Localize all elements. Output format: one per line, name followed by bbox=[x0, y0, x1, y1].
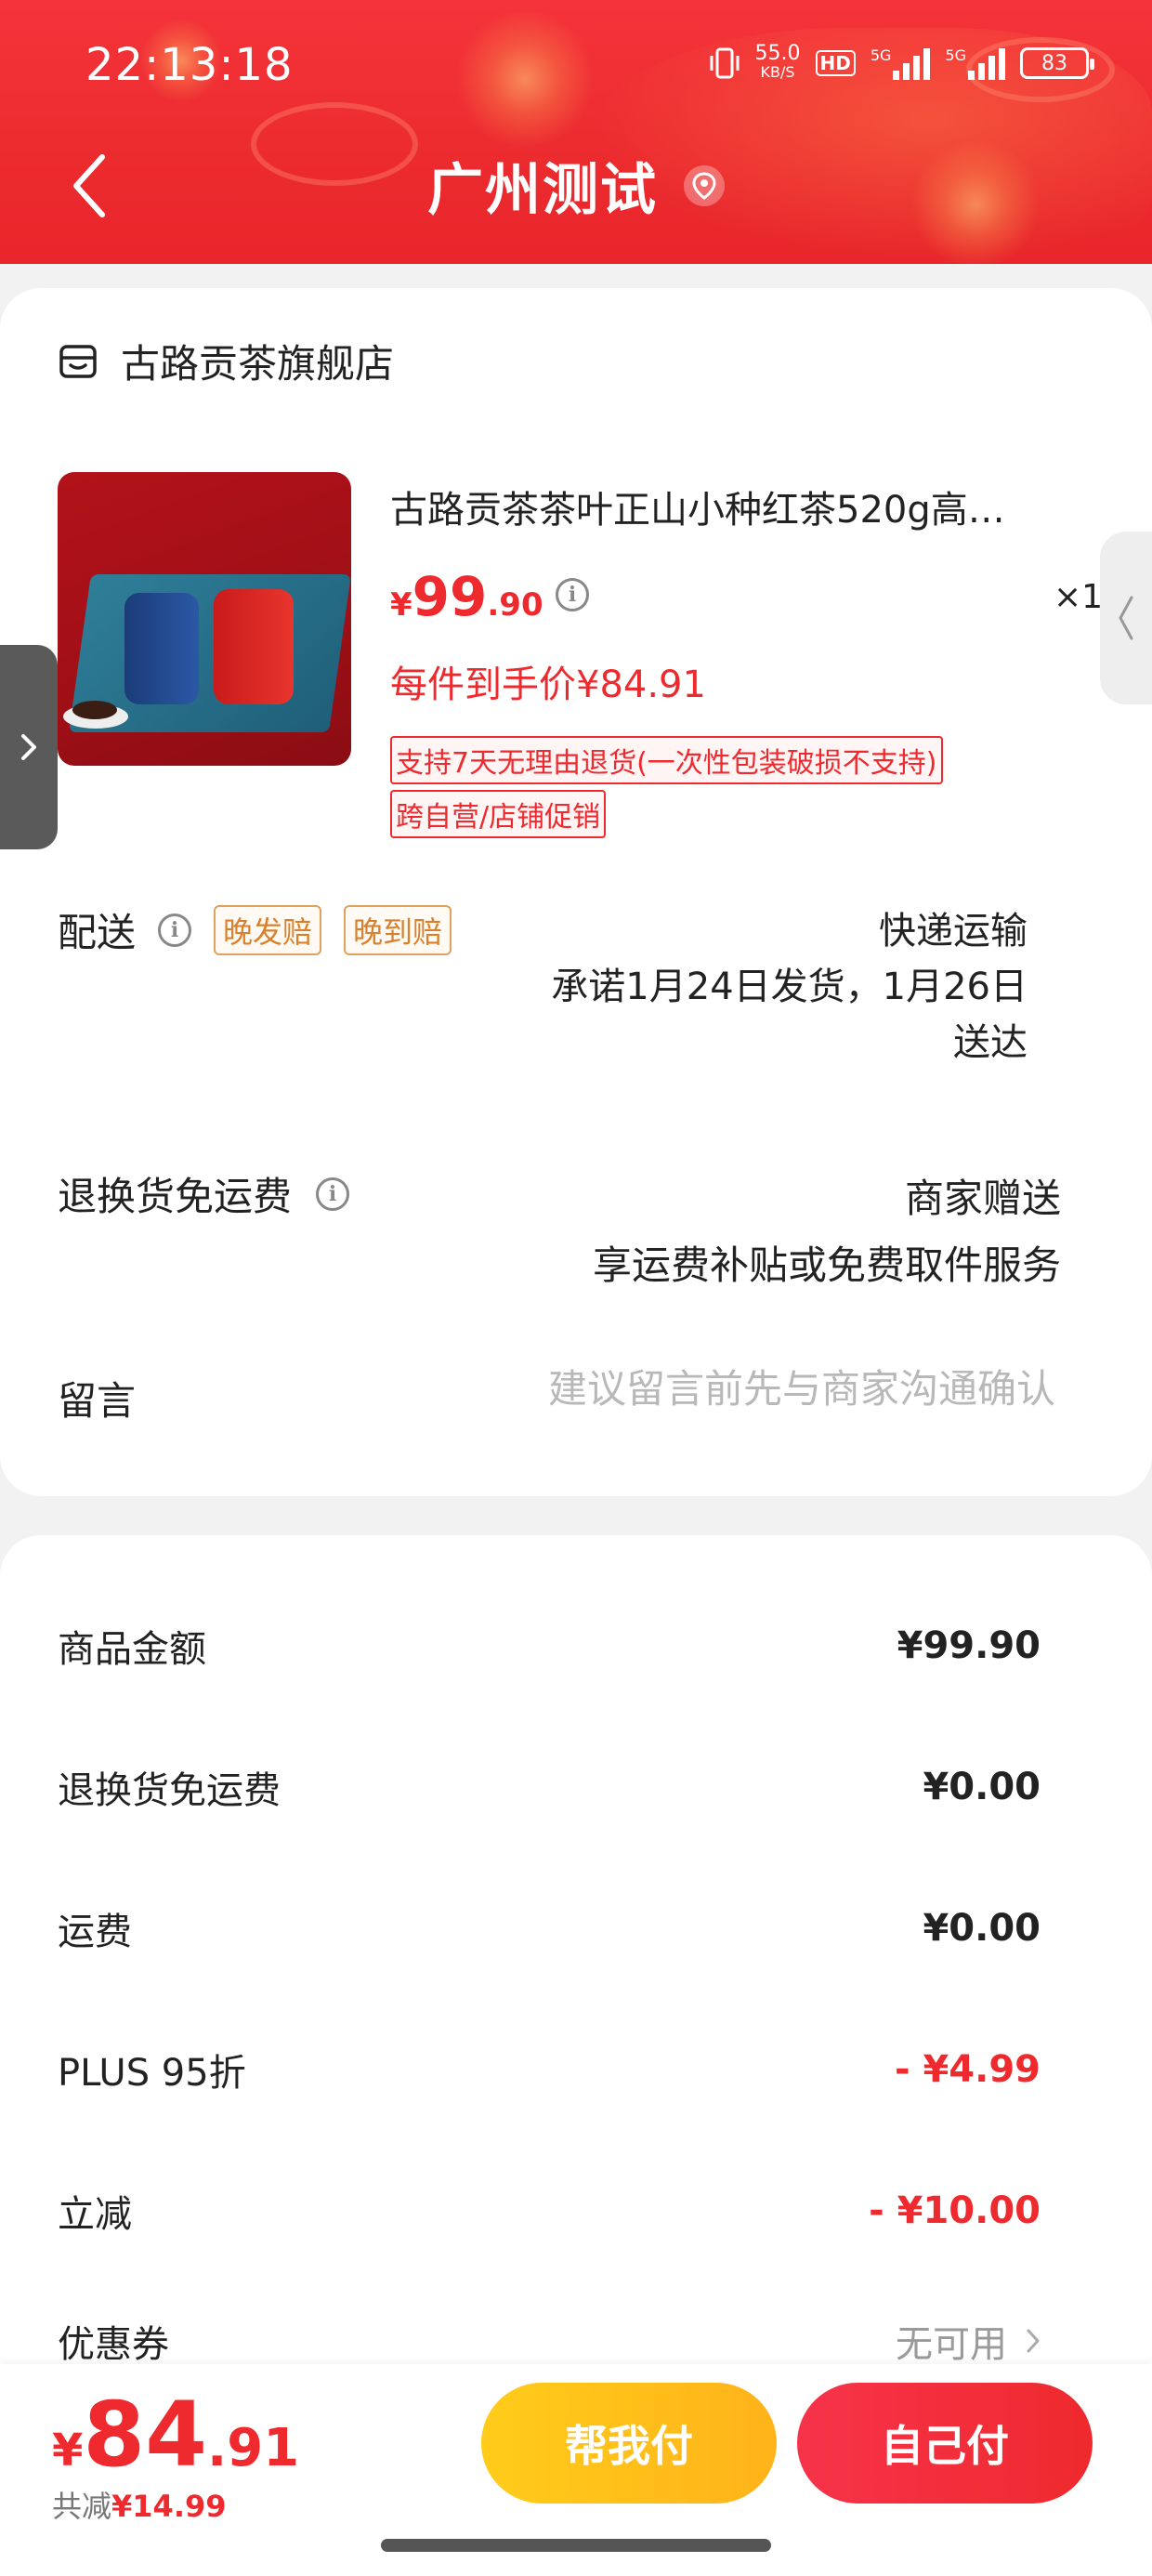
image-tea-can-red bbox=[214, 589, 294, 704]
summary-row: PLUS 95折 - ¥4.99 bbox=[58, 2043, 1041, 2096]
price-currency: ¥ bbox=[390, 586, 412, 624]
store-icon bbox=[59, 344, 97, 378]
summary-label: 运费 bbox=[58, 1911, 132, 1953]
network-type-1: 5G bbox=[870, 46, 892, 64]
signal-2: 5G bbox=[945, 46, 1005, 80]
image-tea-leaves bbox=[72, 701, 117, 719]
return-shipping-detail: 商家赠送 享运费补贴或免费取件服务 bbox=[593, 1165, 1061, 1299]
late-arrive-badge: 晚到赔 bbox=[344, 904, 452, 955]
late-ship-badge: 晚发赔 bbox=[214, 904, 322, 955]
product-price: ¥ 99 .90 bbox=[390, 565, 543, 628]
signal-icon bbox=[968, 46, 1005, 80]
help-pay-button[interactable]: 帮我付 bbox=[481, 2383, 777, 2504]
promo-tag: 跨自营/店铺促销 bbox=[390, 790, 607, 838]
summary-label: 退换货免运费 bbox=[58, 1769, 281, 1812]
summary-value: - ¥4.99 bbox=[894, 2048, 1041, 2091]
header: 22:13:18 55.0 KB/S HD 5G 5G 83 广州测试 bbox=[0, 0, 1152, 264]
coupon-row[interactable]: 优惠券 无可用 bbox=[58, 2314, 1041, 2368]
total-integer: 84 bbox=[83, 2383, 207, 2487]
summary-row: 商品金额 ¥99.90 bbox=[58, 1619, 1041, 1673]
location-pin-icon[interactable] bbox=[684, 164, 725, 206]
product-quantity: ×1 bbox=[1054, 578, 1104, 616]
right-side-handle[interactable] bbox=[1100, 532, 1152, 704]
shop-header[interactable]: 古路贡茶旗舰店 bbox=[58, 333, 394, 389]
summary-row: 退换货免运费 ¥0.00 bbox=[58, 1760, 1041, 1814]
return-info-icon[interactable]: i bbox=[316, 1176, 350, 1211]
delivery-promise-2: 送达 bbox=[953, 1021, 1028, 1064]
battery-icon: 83 bbox=[1020, 47, 1094, 79]
return-shipping-value: 商家赠送 bbox=[904, 1176, 1061, 1221]
message-input[interactable] bbox=[442, 1366, 1055, 1412]
summary-value: ¥99.90 bbox=[897, 1624, 1041, 1667]
firework-decoration bbox=[455, 9, 595, 149]
speed-value: 55.0 bbox=[754, 42, 801, 65]
summary-value: ¥0.00 bbox=[923, 1766, 1041, 1808]
delivery-info-icon[interactable]: i bbox=[158, 913, 192, 947]
total-price: ¥ 84 .91 bbox=[52, 2383, 299, 2487]
product-title[interactable]: 古路贡茶茶叶正山小种红茶520g高… bbox=[390, 480, 1078, 533]
return-shipping-desc: 享运费补贴或免费取件服务 bbox=[592, 1242, 1061, 1288]
battery-level: 83 bbox=[1041, 51, 1067, 75]
summary-label: 商品金额 bbox=[58, 1628, 206, 1671]
vibrate-icon bbox=[710, 47, 740, 79]
page-title: 广州测试 bbox=[427, 158, 658, 223]
total-currency: ¥ bbox=[52, 2425, 84, 2477]
delivery-row: 配送 i 晚发赔 晚到赔 bbox=[58, 901, 452, 958]
unit-price: 每件到手价¥84.91 bbox=[390, 664, 706, 706]
delivery-promise-1: 承诺1月24日发货，1月26日 bbox=[551, 966, 1028, 1008]
order-card: 古路贡茶旗舰店 古路贡茶茶叶正山小种红茶520g高… ¥ 99 .90 i ×1… bbox=[0, 288, 1152, 1496]
price-decimal: .90 bbox=[487, 586, 543, 624]
saved-label: 共减 bbox=[52, 2489, 112, 2524]
price-info-icon[interactable]: i bbox=[556, 578, 589, 611]
summary-value: - ¥10.00 bbox=[869, 2189, 1041, 2232]
network-type-2: 5G bbox=[945, 46, 966, 64]
image-tea-can-blue bbox=[124, 593, 199, 704]
signal-1: 5G bbox=[871, 46, 931, 80]
left-side-handle[interactable] bbox=[0, 645, 58, 849]
shop-name: 古路贡茶旗舰店 bbox=[121, 341, 395, 387]
summary-value: ¥0.00 bbox=[923, 1907, 1041, 1950]
chevron-left-icon bbox=[1119, 596, 1133, 640]
summary-row: 立减 - ¥10.00 bbox=[58, 2184, 1041, 2238]
home-indicator[interactable] bbox=[381, 2539, 771, 2552]
speed-unit: KB/S bbox=[760, 63, 795, 81]
chevron-right-icon bbox=[21, 734, 36, 760]
signal-icon bbox=[893, 46, 931, 80]
summary-label: PLUS 95折 bbox=[58, 2052, 246, 2095]
coupon-status: 无可用 bbox=[896, 2323, 1007, 2366]
coupon-value: 无可用 bbox=[896, 2314, 1041, 2368]
hd-icon: HD bbox=[815, 50, 856, 76]
delivery-method: 快递运输 bbox=[879, 910, 1028, 953]
return-shipping-label: 退换货免运费 bbox=[58, 1174, 293, 1219]
network-speed: 55.0 KB/S bbox=[754, 42, 801, 82]
product-image[interactable] bbox=[58, 472, 351, 766]
service-tag: 支持7天无理由退货(一次性包装破损不支持) bbox=[390, 736, 943, 784]
self-pay-button[interactable]: 自己付 bbox=[797, 2383, 1093, 2504]
delivery-label: 配送 bbox=[58, 910, 137, 955]
summary-row: 运费 ¥0.00 bbox=[58, 1901, 1041, 1955]
total-saved: 共减¥14.99 bbox=[52, 2483, 227, 2526]
status-time: 22:13:18 bbox=[85, 39, 294, 91]
chevron-right-icon bbox=[1027, 2329, 1040, 2353]
coupon-label: 优惠券 bbox=[58, 2323, 169, 2366]
price-integer: 99 bbox=[412, 565, 488, 628]
message-label: 留言 bbox=[58, 1378, 137, 1424]
summary-label: 立减 bbox=[58, 2193, 132, 2236]
status-icons: 55.0 KB/S HD 5G 5G 83 bbox=[709, 42, 1094, 82]
page-title-wrap: 广州测试 bbox=[0, 145, 1152, 226]
saved-value: ¥14.99 bbox=[111, 2489, 227, 2524]
return-shipping-row: 退换货免运费 i bbox=[58, 1165, 350, 1222]
delivery-detail[interactable]: 快递运输 承诺1月24日发货，1月26日 送达 bbox=[551, 903, 1028, 1071]
total-decimal: .91 bbox=[207, 2418, 300, 2478]
